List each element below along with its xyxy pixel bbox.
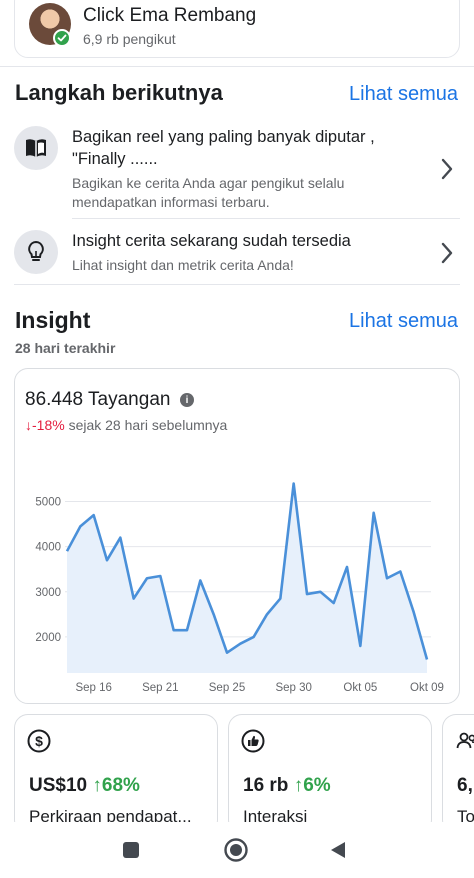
info-icon[interactable]: i — [180, 393, 194, 407]
views-change-text: sejak 28 hari sebelumnya — [64, 417, 228, 433]
x-tick-label: Sep 30 — [275, 682, 311, 694]
metric-value-text: 6, — [457, 775, 473, 796]
metric-change: ↑68% — [92, 775, 140, 796]
circle-icon — [224, 838, 248, 862]
next-step-item-share-reel[interactable]: Bagikan reel yang paling banyak diputar … — [14, 124, 460, 212]
views-total: 86.448 Tayangan — [25, 389, 171, 410]
dollar-icon: $ — [27, 729, 51, 753]
book-icon — [14, 126, 58, 170]
views-line-chart: 2000 3000 4000 5000 Sep 16 Sep 21 Sep 25 Sep 30… — [35, 482, 444, 694]
verified-check-icon — [53, 29, 71, 47]
back-button[interactable] — [324, 836, 352, 864]
home-button[interactable] — [222, 836, 250, 864]
metric-card-interactions[interactable]: 16 rb ↑6% Interaksi — [228, 714, 432, 834]
thumbs-up-icon — [241, 729, 265, 753]
y-tick-label: 3000 — [35, 587, 61, 599]
metric-card-earnings[interactable]: $ US$10 ↑68% Perkiraan pendapat... — [14, 714, 218, 834]
next-step-title: Insight cerita sekarang sudah tersedia — [72, 232, 351, 250]
next-steps-see-all-link[interactable]: Lihat semua — [349, 83, 458, 106]
y-tick-label: 5000 — [35, 497, 61, 509]
metric-value-text: US$10 — [29, 775, 88, 796]
views-change: ↓-18% sejak 28 hari sebelumnya — [25, 417, 227, 433]
next-step-item-story-insights[interactable]: Insight cerita sekarang sudah tersedia L… — [14, 228, 460, 282]
next-step-description: Bagikan ke cerita Anda agar pengikut sel… — [72, 175, 345, 210]
metric-value: US$10 ↑68% — [29, 775, 140, 797]
avatar[interactable] — [29, 3, 71, 47]
lightbulb-icon — [14, 230, 58, 274]
section-divider — [0, 66, 474, 67]
insight-period: 28 hari terakhir — [15, 340, 116, 356]
svg-text:$: $ — [35, 733, 43, 749]
square-icon — [123, 842, 139, 858]
x-tick-label: Sep 21 — [142, 682, 178, 694]
next-steps-title: Langkah berikutnya — [15, 80, 223, 105]
metric-value-text: 16 rb — [243, 775, 289, 796]
metric-value: 16 rb ↑6% — [243, 775, 331, 797]
metric-change: ↑6% — [293, 775, 331, 796]
chevron-right-icon — [441, 158, 453, 180]
metric-card-partial[interactable]: 6, To — [442, 714, 474, 834]
x-tick-label: Okt 09 — [410, 682, 444, 694]
y-tick-label: 2000 — [35, 632, 61, 644]
views-change-value: ↓-18% — [25, 417, 65, 433]
y-tick-label: 4000 — [35, 542, 61, 554]
insight-title: Insight — [15, 307, 91, 333]
next-step-description: Lihat insight dan metrik cerita Anda! — [72, 257, 294, 273]
profile-card[interactable]: Click Ema Rembang 6,9 rb pengikut — [14, 0, 460, 58]
recent-apps-button[interactable] — [117, 836, 145, 864]
x-tick-label: Sep 16 — [75, 682, 111, 694]
people-icon — [456, 732, 474, 749]
x-tick-label: Sep 25 — [209, 682, 245, 694]
follower-count: 6,9 rb pengikut — [83, 31, 176, 47]
system-navigation-bar — [0, 822, 474, 878]
section-divider — [14, 284, 460, 285]
insight-see-all-link[interactable]: Lihat semua — [349, 310, 458, 333]
views-chart-card[interactable]: 86.448 Tayangan i ↓-18% sejak 28 hari se… — [14, 368, 460, 704]
page-name[interactable]: Click Ema Rembang — [83, 5, 256, 27]
triangle-back-icon — [331, 842, 345, 858]
x-tick-label: Okt 05 — [343, 682, 377, 694]
chevron-right-icon — [441, 242, 453, 264]
next-step-title: Bagikan reel yang paling banyak diputar … — [72, 128, 375, 168]
row-divider — [72, 218, 460, 219]
